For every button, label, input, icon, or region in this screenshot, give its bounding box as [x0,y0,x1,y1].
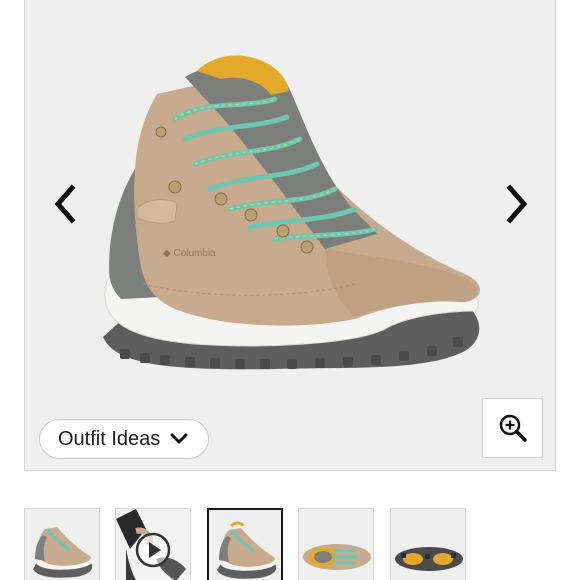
chevron-right-icon [506,184,528,224]
main-product-image: ◆ Columbia [103,55,481,370]
svg-text:◆ Columbia: ◆ Columbia [163,248,216,259]
next-image-button[interactable] [497,179,537,229]
thumbnail-image [217,521,277,579]
thumbnail-item[interactable] [24,508,100,580]
play-icon [135,532,171,568]
thumbnail-item[interactable] [298,508,374,580]
product-image-gallery: ◆ Columbia Outfit Ideas [24,0,556,471]
thumbnail-strip [24,508,580,580]
outfit-ideas-label: Outfit Ideas [58,427,161,450]
thumbnail-image [33,527,93,578]
thumbnail-item[interactable] [390,508,466,580]
zoom-button[interactable] [482,398,543,458]
thumbnail-image [395,547,463,571]
thumbnail-item-active[interactable] [207,508,283,580]
zoom-in-icon [499,414,527,442]
thumbnail-video-item[interactable] [115,508,191,580]
thumbnail-image [303,544,371,570]
chevron-left-icon [54,184,76,224]
chevron-down-icon [170,433,188,444]
previous-image-button[interactable] [45,179,85,229]
outfit-ideas-button[interactable]: Outfit Ideas [39,419,210,459]
